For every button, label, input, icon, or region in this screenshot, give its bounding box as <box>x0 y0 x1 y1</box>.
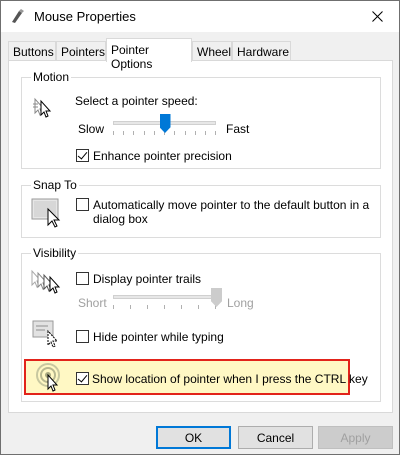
window-title: Mouse Properties <box>34 9 136 24</box>
tab-hardware[interactable]: Hardware <box>232 41 291 61</box>
short-label: Short <box>78 296 107 310</box>
pointer-trails-checkbox[interactable] <box>76 272 89 285</box>
motion-group-title: Motion <box>31 70 72 84</box>
tab-pointer-options[interactable]: Pointer Options <box>106 38 192 71</box>
snap-to-icon <box>31 198 61 228</box>
apply-button[interactable]: Apply <box>318 426 393 449</box>
long-label: Long <box>227 296 254 310</box>
show-location-checkbox[interactable] <box>76 372 89 385</box>
snap-to-group-title: Snap To <box>31 178 79 192</box>
pointer-trails-icon <box>31 269 61 294</box>
snap-to-label-line2: dialog box <box>93 212 148 226</box>
snap-to-label-line1: Automatically move pointer to the defaul… <box>93 198 370 212</box>
enhance-precision-checkbox[interactable] <box>76 149 89 162</box>
hide-pointer-icon <box>32 320 59 348</box>
enhance-precision-label: Enhance pointer precision <box>93 149 232 163</box>
hide-pointer-label: Hide pointer while typing <box>93 330 224 344</box>
close-icon <box>371 11 383 22</box>
trail-length-track[interactable] <box>113 295 216 299</box>
ok-button[interactable]: OK <box>156 426 231 449</box>
mouse-properties-window: Mouse Properties Buttons Pointers Pointe… <box>0 0 400 455</box>
trail-length-ticks <box>113 305 216 309</box>
tab-wheel[interactable]: Wheel <box>192 41 232 61</box>
close-button[interactable] <box>355 1 399 32</box>
pointer-trails-label: Display pointer trails <box>93 272 202 286</box>
tab-pointers[interactable]: Pointers <box>56 41 106 61</box>
snap-to-checkbox[interactable] <box>76 198 89 211</box>
tab-buttons[interactable]: Buttons <box>8 41 56 61</box>
pointer-speed-label: Select a pointer speed: <box>75 94 198 108</box>
cancel-button[interactable]: Cancel <box>238 426 313 449</box>
title-bar[interactable]: Mouse Properties <box>1 1 399 32</box>
mouse-pointer-icon <box>12 9 24 23</box>
hide-pointer-checkbox[interactable] <box>76 330 89 343</box>
show-location-label: Show location of pointer when I press th… <box>92 372 368 386</box>
pointer-speed-icon <box>33 97 52 118</box>
show-location-icon <box>36 363 60 392</box>
fast-label: Fast <box>226 122 250 136</box>
visibility-group-title: Visibility <box>31 246 79 260</box>
slow-label: Slow <box>78 122 105 136</box>
